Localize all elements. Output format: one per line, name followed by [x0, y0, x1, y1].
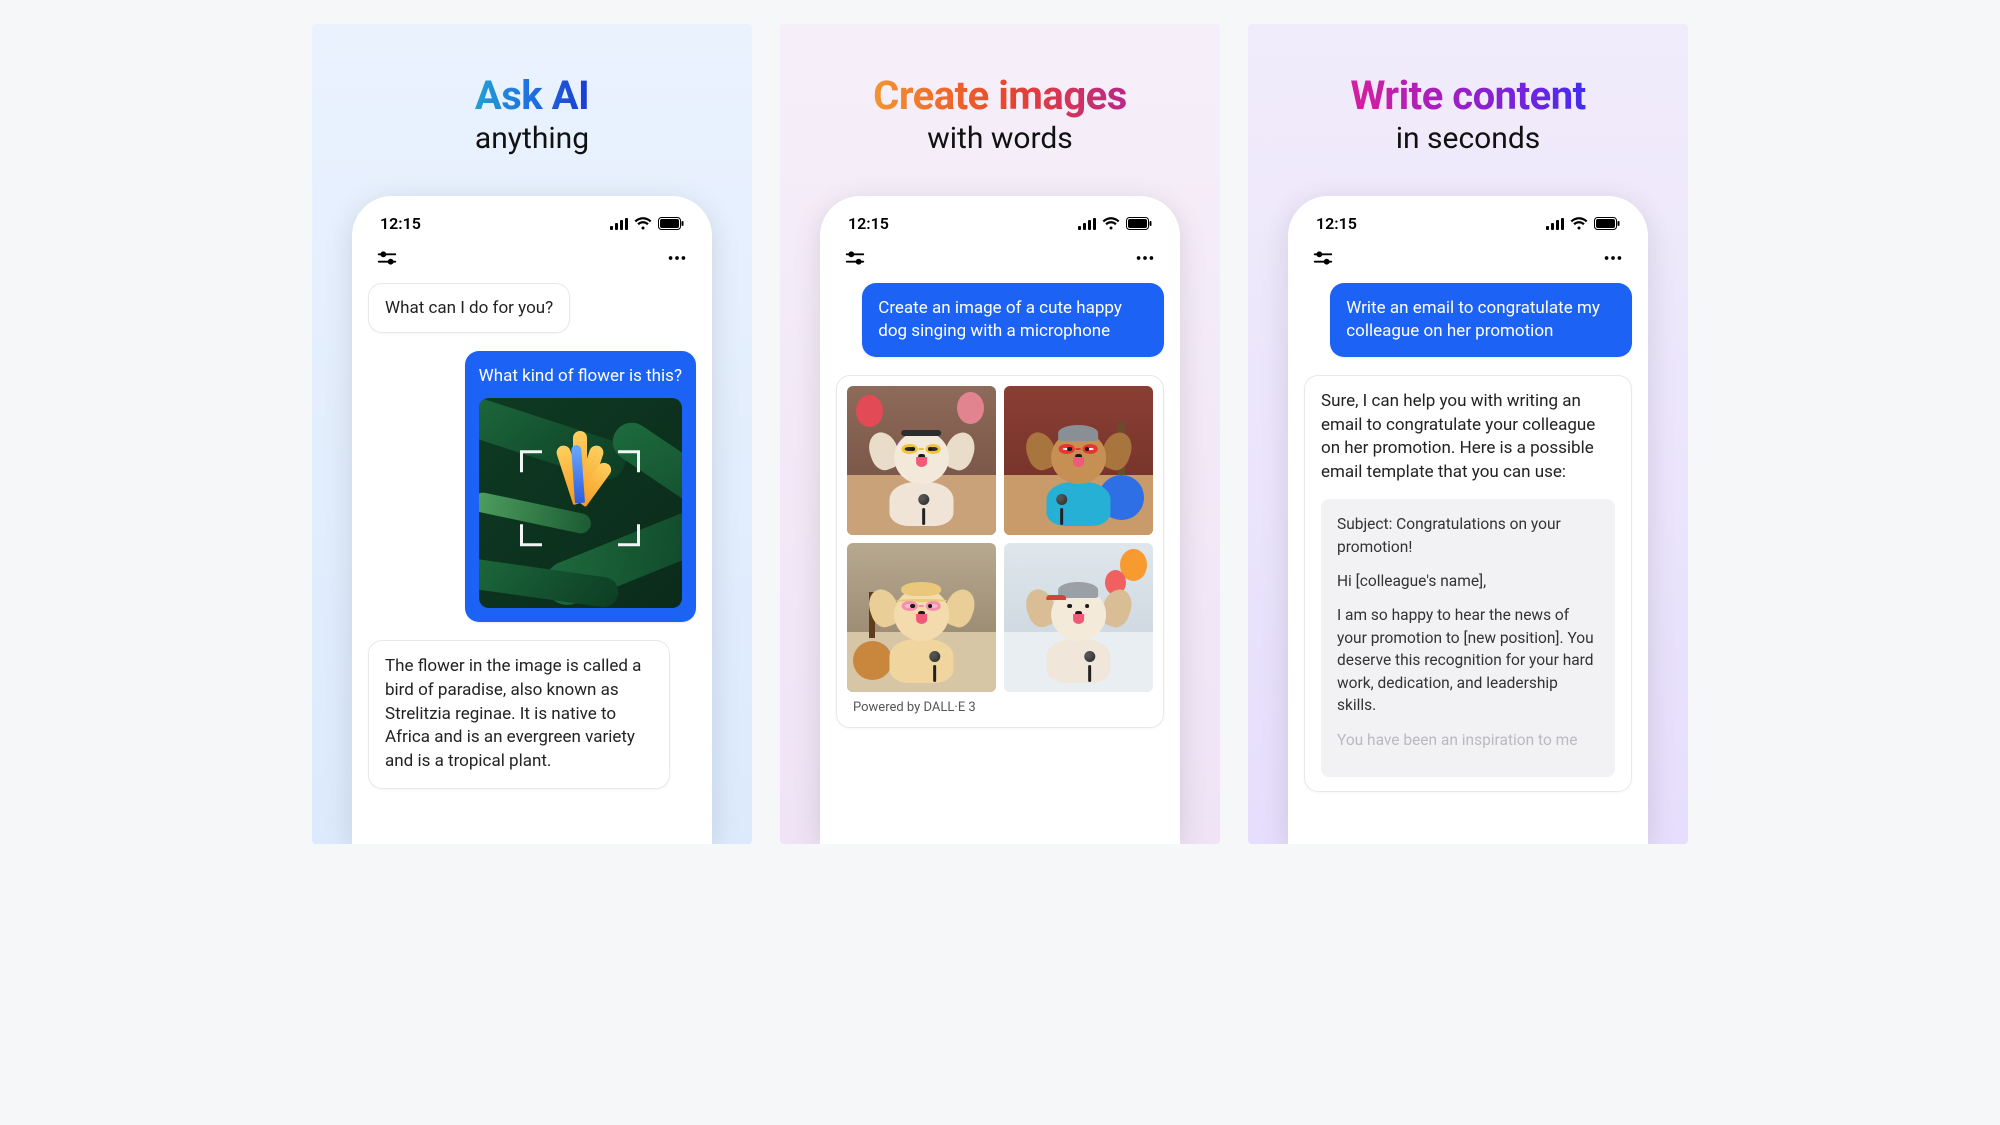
email-template: Subject: Congratulations on your promoti… — [1321, 499, 1615, 777]
status-bar: 12:15 — [352, 214, 712, 241]
chat-area: Create an image of a cute happy dog sing… — [820, 283, 1180, 728]
generated-image[interactable] — [1004, 543, 1153, 692]
phone-mock: 12:15 What can I do for you? What kind o… — [352, 196, 712, 844]
generated-image[interactable] — [847, 386, 996, 535]
subheadline: in seconds — [1396, 121, 1540, 156]
generated-images-card: Powered by DALL·E 3 — [836, 375, 1164, 728]
top-bar — [1288, 241, 1648, 283]
status-time: 12:15 — [1316, 214, 1357, 233]
more-icon[interactable] — [666, 247, 688, 269]
phone-mock: 12:15 Create an image of a cute happy do… — [820, 196, 1180, 844]
top-bar — [352, 241, 712, 283]
wifi-icon — [1102, 217, 1120, 230]
image-grid — [847, 386, 1153, 692]
status-bar: 12:15 — [1288, 214, 1648, 241]
subheadline: anything — [475, 121, 589, 156]
user-message-text: What kind of flower is this? — [479, 366, 682, 386]
settings-sliders-icon[interactable] — [1312, 247, 1334, 269]
user-message: Write an email to congratulate my collea… — [1330, 283, 1632, 357]
panel-write-content: Write content in seconds 12:15 Write an … — [1248, 24, 1688, 844]
email-body-fade: You have been an inspiration to me — [1337, 729, 1599, 751]
status-time: 12:15 — [848, 214, 889, 233]
attached-image[interactable] — [479, 398, 682, 608]
headline: Write content — [1350, 72, 1585, 119]
settings-sliders-icon[interactable] — [844, 247, 866, 269]
wifi-icon — [1570, 217, 1588, 230]
powered-by-label: Powered by DALL·E 3 — [847, 692, 1153, 717]
headline: Ask AI — [475, 72, 589, 119]
status-icons — [1078, 217, 1152, 230]
wifi-icon — [634, 217, 652, 230]
ai-message: The flower in the image is called a bird… — [368, 640, 670, 789]
top-bar — [820, 241, 1180, 283]
signal-icon — [1078, 218, 1096, 230]
ai-message: What can I do for you? — [368, 283, 570, 333]
status-icons — [610, 217, 684, 230]
battery-icon — [658, 217, 684, 230]
phone-mock: 12:15 Write an email to congratulate my … — [1288, 196, 1648, 844]
signal-icon — [1546, 218, 1564, 230]
ai-message: Sure, I can help you with writing an ema… — [1304, 375, 1632, 792]
battery-icon — [1126, 217, 1152, 230]
settings-sliders-icon[interactable] — [376, 247, 398, 269]
user-message: What kind of flower is this? — [465, 351, 696, 622]
panel-create-images: Create images with words 12:15 Create an… — [780, 24, 1220, 844]
email-subject: Subject: Congratulations on your promoti… — [1337, 513, 1599, 558]
status-icons — [1546, 217, 1620, 230]
generated-image[interactable] — [847, 543, 996, 692]
chat-area: What can I do for you? What kind of flow… — [352, 283, 712, 789]
viewfinder-overlay — [520, 450, 640, 546]
headline: Create images — [873, 72, 1127, 119]
email-body: I am so happy to hear the news of your p… — [1337, 604, 1599, 716]
generated-image[interactable] — [1004, 386, 1153, 535]
signal-icon — [610, 218, 628, 230]
more-icon[interactable] — [1134, 247, 1156, 269]
battery-icon — [1594, 217, 1620, 230]
email-greeting: Hi [colleague's name], — [1337, 570, 1599, 592]
user-message: Create an image of a cute happy dog sing… — [862, 283, 1164, 357]
status-bar: 12:15 — [820, 214, 1180, 241]
status-time: 12:15 — [380, 214, 421, 233]
panel-ask-ai: Ask AI anything 12:15 What can I do for … — [312, 24, 752, 844]
chat-area: Write an email to congratulate my collea… — [1288, 283, 1648, 792]
more-icon[interactable] — [1602, 247, 1624, 269]
ai-intro-text: Sure, I can help you with writing an ema… — [1321, 390, 1615, 485]
subheadline: with words — [927, 121, 1073, 156]
